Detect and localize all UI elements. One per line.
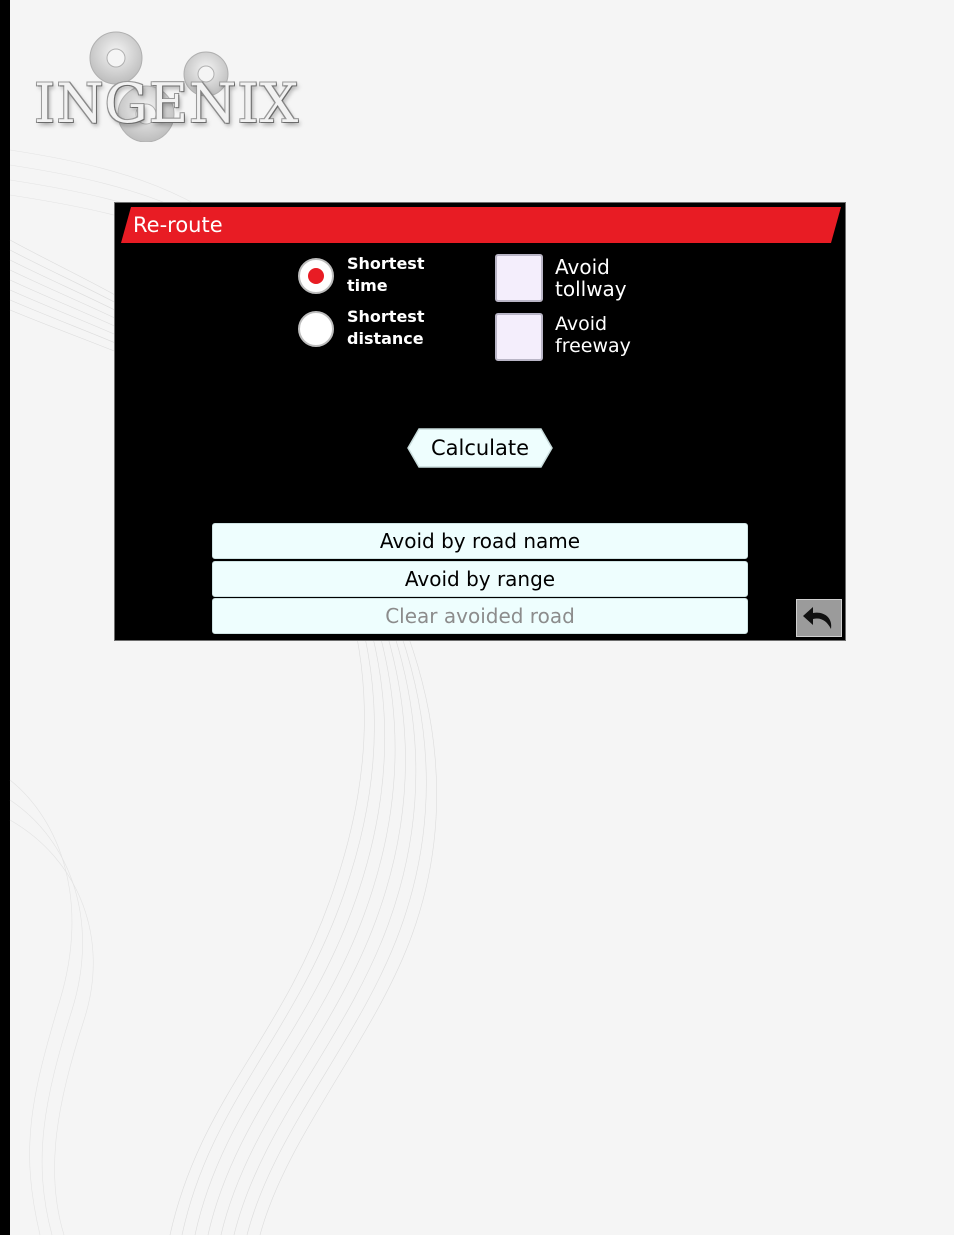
calculate-button[interactable]: Calculate (407, 428, 553, 468)
ingenix-logo: INGENIX (28, 22, 298, 142)
title-bar: Re-route (121, 207, 841, 243)
radio-shortest-time[interactable] (298, 258, 334, 294)
dialog-title: Re-route (133, 213, 223, 237)
label-avoid-freeway[interactable]: Avoid freeway (555, 313, 631, 357)
radio-shortest-distance[interactable] (298, 311, 334, 347)
calculate-button-label: Calculate (430, 436, 530, 460)
title-bar-background (121, 207, 841, 243)
avoid-by-road-name-button[interactable]: Avoid by road name (212, 523, 748, 559)
clear-avoided-road-button[interactable]: Clear avoided road (212, 598, 748, 634)
label-shortest-distance[interactable]: Shortest distance (347, 306, 424, 350)
radio-selected-dot (308, 268, 324, 284)
checkbox-avoid-freeway[interactable] (495, 313, 543, 361)
back-button[interactable] (796, 599, 842, 637)
label-shortest-time[interactable]: Shortest time (347, 253, 424, 297)
checkbox-avoid-tollway[interactable] (495, 254, 543, 302)
logo-text: INGENIX (34, 72, 300, 135)
label-avoid-tollway[interactable]: Avoid tollway (555, 256, 627, 300)
avoid-by-range-button[interactable]: Avoid by range (212, 561, 748, 597)
undo-arrow-icon (803, 607, 832, 629)
navigation-screen: Re-route Shortest time Shortest distance… (114, 202, 846, 641)
